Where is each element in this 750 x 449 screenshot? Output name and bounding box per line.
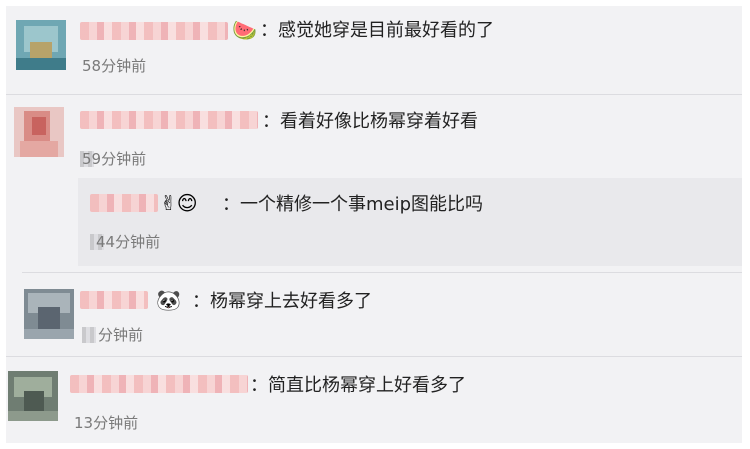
avatar[interactable] [24,289,74,339]
comment-item: 🐼 ：杨幂穿上去好看多了 分钟前 [6,273,742,355]
avatar[interactable] [14,107,64,157]
comment-item: ：看着好像比杨幂穿着好看 59分钟前 [6,95,742,179]
username-blurred[interactable] [80,22,228,40]
username-blurred[interactable] [80,291,148,309]
comment-text: ：感觉她穿是目前最好看的了 [260,20,494,41]
reply-container: ✌😊 ：一个精修一个事meip图能比吗 44分钟前 [78,178,742,266]
panda-emoji-icon: 🐼 [156,288,181,312]
username-blurred[interactable] [80,111,258,129]
comment-text: ：看着好像比杨幂穿着好看 [262,111,478,132]
comment-time: 59分钟前 [82,150,147,168]
comment-time: 分钟前 [98,326,144,344]
comment-item: ：简直比杨幂穿上好看多了 13分钟前 [6,357,742,443]
comment-text: ：一个精修一个事meip图能比吗 [222,194,484,215]
comment-item: 🍉 ：感觉她穿是目前最好看的了 58分钟前 [6,6,742,94]
avatar[interactable] [8,371,58,421]
watermelon-emoji-icon: 🍉 [232,18,257,42]
username-blurred[interactable] [70,375,248,393]
username-blurred[interactable] [90,194,158,212]
comment-time: 13分钟前 [74,414,139,432]
victory-hand-icon: ✌😊 [160,191,198,215]
avatar[interactable] [16,20,66,70]
comment-time: 44分钟前 [96,233,161,251]
comment-text: ：杨幂穿上去好看多了 [192,291,372,312]
comment-panel: 🍉 ：感觉她穿是目前最好看的了 58分钟前 ：看着好像比杨幂穿着好看 59分钟前… [6,6,742,443]
comment-text: ：简直比杨幂穿上好看多了 [250,375,466,396]
comment-time: 58分钟前 [82,57,147,75]
time-mask [82,327,96,343]
